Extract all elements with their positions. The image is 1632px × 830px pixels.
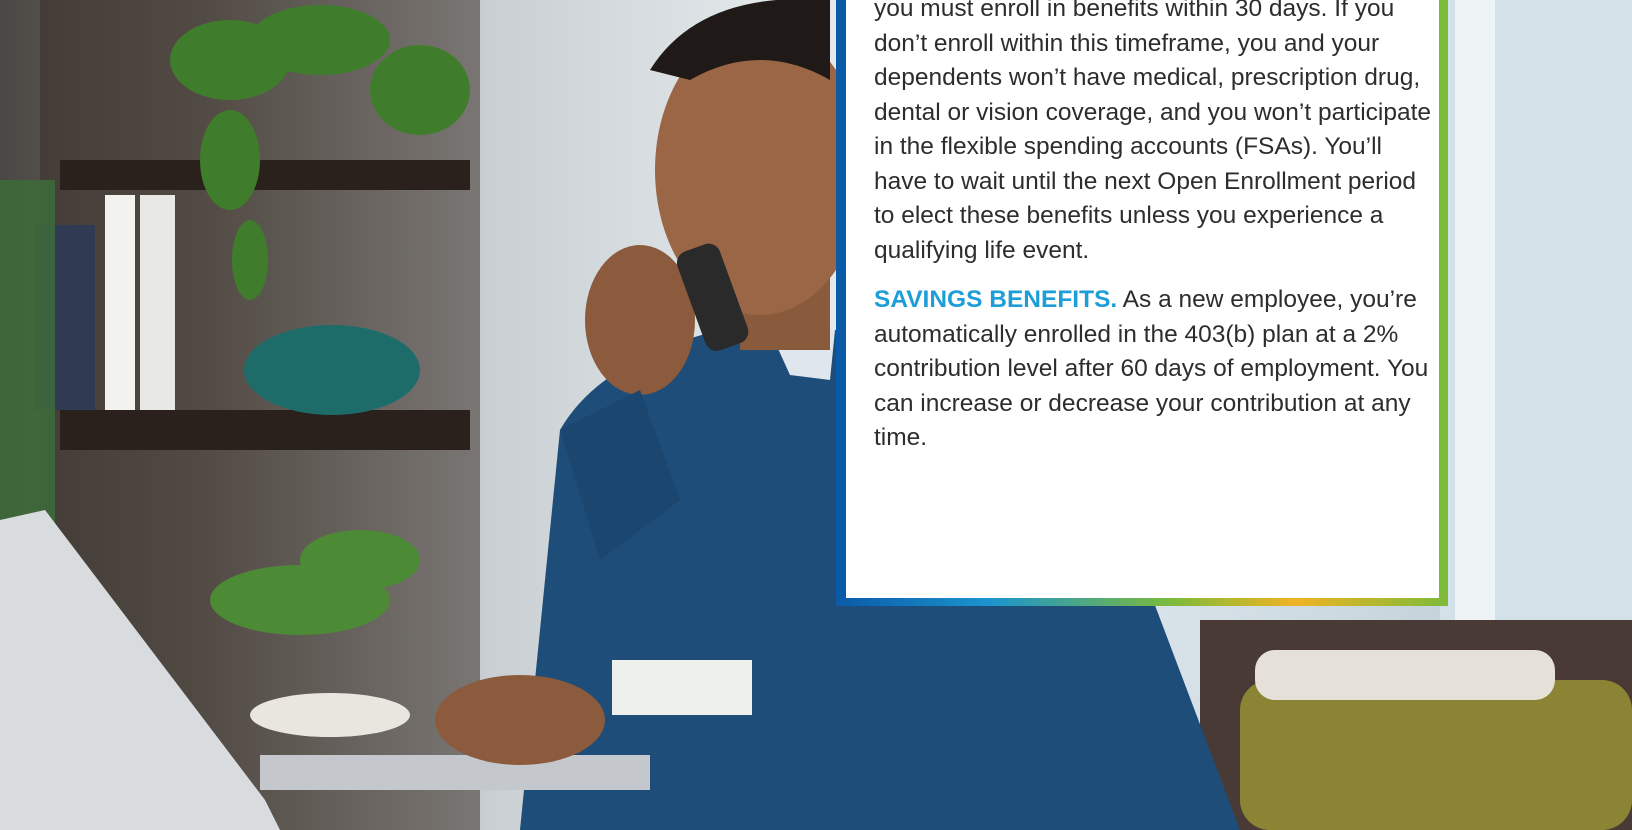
window-frame <box>1455 0 1495 620</box>
shelf-board <box>60 160 470 190</box>
book <box>105 195 135 410</box>
cushion <box>1255 650 1555 700</box>
card-content: you must enroll in benefits within 30 da… <box>874 0 1434 471</box>
shelf-board <box>60 410 470 450</box>
mug <box>612 660 752 715</box>
enrollment-paragraph: you must enroll in benefits within 30 da… <box>874 0 1434 268</box>
benefits-info-card: you must enroll in benefits within 30 da… <box>836 0 1448 606</box>
typing-hand <box>435 675 605 765</box>
enrollment-text: you must enroll in benefits within 30 da… <box>874 0 1432 264</box>
armchair <box>1240 680 1632 830</box>
savings-paragraph: SAVINGS BENEFITS. As a new employee, you… <box>874 283 1434 456</box>
savings-heading: SAVINGS BENEFITS. <box>874 286 1118 313</box>
book <box>140 195 175 410</box>
card-gradient-border <box>836 598 1448 606</box>
plant-pot <box>250 693 410 737</box>
laptop-keyboard <box>260 755 650 790</box>
teal-bowl <box>244 325 420 415</box>
